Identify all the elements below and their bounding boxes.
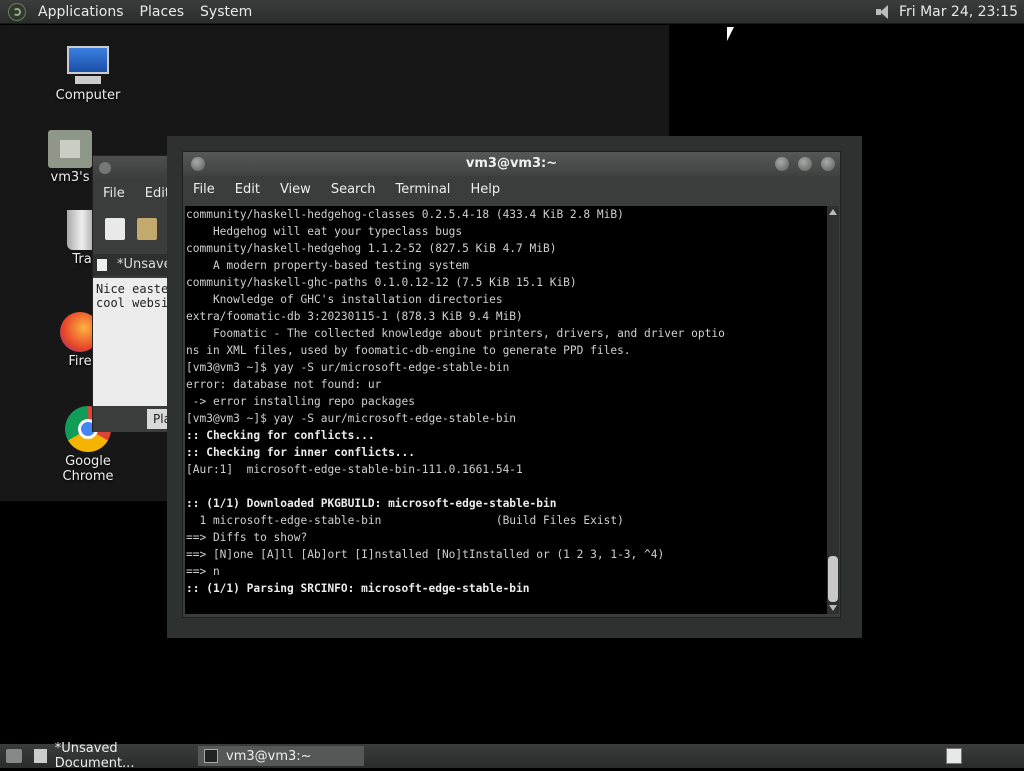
- terminal-line: Knowledge of GHC's installation director…: [186, 293, 503, 306]
- terminal-scrollbar[interactable]: [827, 206, 839, 614]
- terminal-line: ==> Diffs to show?: [186, 531, 308, 544]
- terminal-line: [Aur:1] microsoft-edge-stable-bin-111.0.…: [186, 463, 523, 476]
- terminal-line: community/haskell-hedgehog-classes 0.2.5…: [186, 208, 624, 221]
- distro-logo-icon[interactable]: [8, 2, 26, 21]
- bottom-panel: *Unsaved Document... vm3@vm3:~: [0, 741, 1024, 771]
- minimize-icon[interactable]: [775, 157, 789, 171]
- terminal-line: ==> n: [186, 565, 220, 578]
- mouse-cursor-icon: [727, 27, 734, 41]
- menu-places[interactable]: Places: [132, 0, 193, 24]
- terminal-line: 1 microsoft-edge-stable-bin (Build Files…: [186, 514, 624, 527]
- taskbar-item-gedit[interactable]: *Unsaved Document...: [28, 741, 194, 771]
- terminal-menu-file[interactable]: File: [183, 178, 225, 202]
- top-panel: Applications Places System Fri Mar 24, 2…: [0, 0, 1024, 24]
- taskbar-item-terminal[interactable]: vm3@vm3:~: [198, 746, 364, 766]
- computer-icon: [65, 46, 111, 86]
- terminal-line: ns in XML files, used by foomatic-db-eng…: [186, 344, 631, 357]
- menu-applications[interactable]: Applications: [30, 0, 132, 24]
- menu-system[interactable]: System: [192, 0, 260, 24]
- maximize-icon[interactable]: [798, 157, 812, 171]
- terminal-line: ==> [N]one [A]ll [Ab]ort [I]nstalled [No…: [186, 548, 665, 561]
- show-desktop-icon[interactable]: [6, 749, 22, 763]
- terminal-line: A modern property-based testing system: [186, 259, 469, 272]
- terminal-menu-view[interactable]: View: [270, 178, 321, 202]
- terminal-menu-search[interactable]: Search: [321, 178, 386, 202]
- terminal-line: -> error installing repo packages: [186, 395, 416, 408]
- scroll-down-icon[interactable]: [829, 605, 837, 611]
- top-panel-tray: Fri Mar 24, 23:15: [875, 4, 1024, 20]
- terminal-titlebar[interactable]: vm3@vm3:~: [183, 152, 840, 176]
- desktop-background-dark: [669, 25, 1024, 135]
- clock[interactable]: Fri Mar 24, 23:15: [899, 4, 1024, 20]
- desktop-icon-label: Google Chrome: [62, 454, 114, 484]
- terminal-line: Hedgehog will eat your typeclass bugs: [186, 225, 463, 238]
- text-editor-icon: [34, 749, 47, 763]
- terminal-menu-help[interactable]: Help: [460, 178, 510, 202]
- desktop-icon-computer[interactable]: Computer: [38, 46, 138, 103]
- terminal-window[interactable]: vm3@vm3:~ File Edit View Search Terminal…: [182, 151, 841, 618]
- new-document-icon[interactable]: [105, 218, 125, 240]
- desktop-icon-label: Computer: [55, 88, 121, 103]
- scrollbar-thumb[interactable]: [828, 556, 838, 602]
- open-folder-icon[interactable]: [137, 218, 157, 240]
- taskbar-item-label: vm3@vm3:~: [226, 748, 312, 764]
- window-menu-icon[interactable]: [191, 157, 205, 171]
- terminal-title: vm3@vm3:~: [465, 156, 558, 171]
- terminal-line: extra/foomatic-db 3:20230115-1 (878.3 Ki…: [186, 310, 523, 323]
- close-icon[interactable]: [99, 162, 111, 174]
- terminal-line: community/haskell-ghc-paths 0.1.0.12-12 …: [186, 276, 577, 289]
- terminal-line: :: Checking for conflicts...: [186, 429, 375, 442]
- terminal-line: :: (1/1) Downloaded PKGBUILD: microsoft-…: [186, 497, 557, 510]
- close-icon[interactable]: [821, 157, 835, 171]
- terminal-line: [vm3@vm3 ~]$ yay -S aur/microsoft-edge-s…: [186, 412, 517, 425]
- terminal-line: error: database not found: ur: [186, 378, 382, 391]
- document-icon: [97, 258, 107, 271]
- terminal-line: [vm3@vm3 ~]$ yay -S ur/microsoft-edge-st…: [186, 361, 510, 374]
- terminal-menu-terminal[interactable]: Terminal: [385, 178, 460, 202]
- home-folder-icon: [48, 130, 92, 168]
- terminal-line: :: Checking for inner conflicts...: [186, 446, 416, 459]
- terminal-line: community/haskell-hedgehog 1.1.2-52 (827…: [186, 242, 557, 255]
- scroll-up-icon[interactable]: [829, 209, 837, 215]
- gedit-menu-file[interactable]: File: [93, 182, 135, 206]
- terminal-line: Foomatic - The collected knowledge about…: [186, 327, 725, 340]
- workspace-switcher[interactable]: [946, 748, 962, 764]
- terminal-icon: [204, 749, 218, 763]
- terminal-menu-edit[interactable]: Edit: [225, 178, 270, 202]
- taskbar-item-label: *Unsaved Document...: [54, 741, 135, 771]
- volume-icon[interactable]: [875, 4, 891, 20]
- terminal-menubar: File Edit View Search Terminal Help: [183, 178, 840, 202]
- terminal-output[interactable]: community/haskell-hedgehog-classes 0.2.5…: [185, 206, 827, 614]
- terminal-line: :: (1/1) Parsing SRCINFO: microsoft-edge…: [186, 582, 530, 595]
